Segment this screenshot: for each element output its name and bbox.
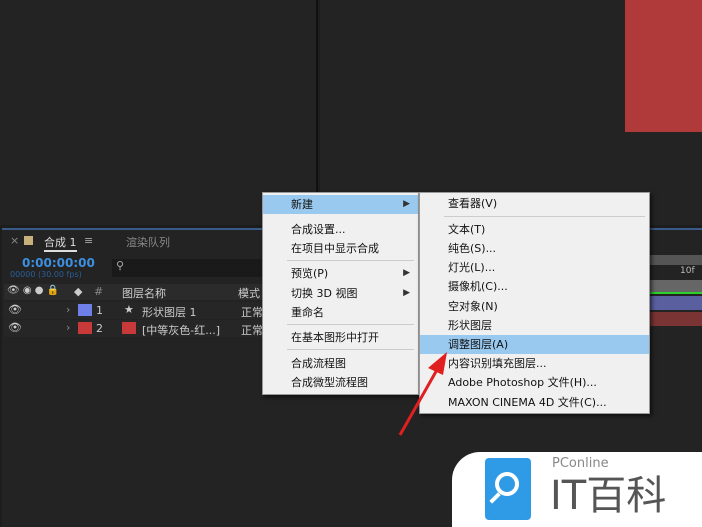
magnifier-icon: [485, 458, 531, 520]
watermark-logo: PConline IT百科: [452, 452, 702, 527]
site-name: IT百科: [550, 473, 667, 519]
red-arrow-annotation: [398, 352, 447, 436]
brand-text: PConline: [552, 456, 609, 471]
